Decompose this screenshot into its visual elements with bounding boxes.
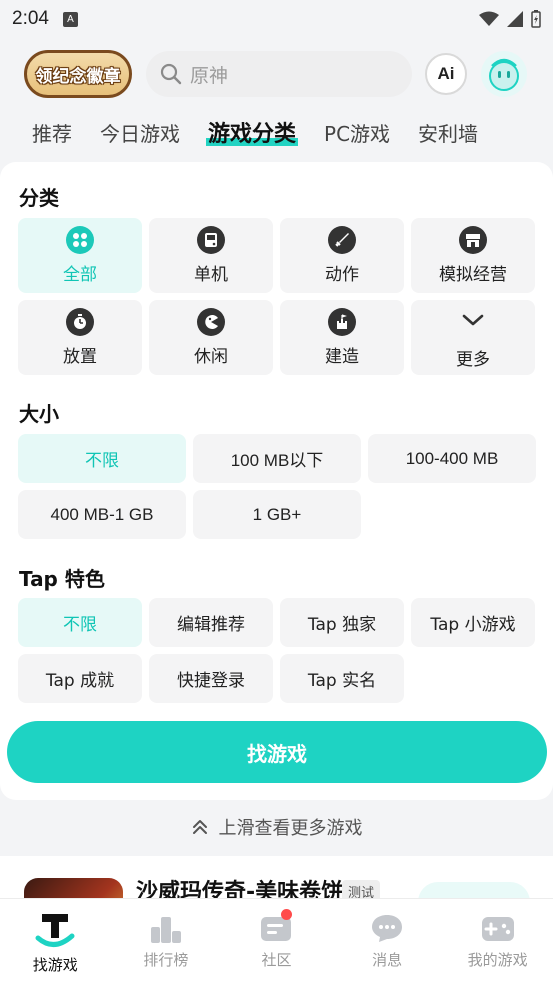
tab-recommend-wall[interactable]: 安利墙 xyxy=(418,118,478,147)
search-placeholder: 原神 xyxy=(190,64,229,87)
nav-community[interactable]: 社区 xyxy=(221,899,332,984)
category-all[interactable]: 全部 xyxy=(18,218,142,293)
category-casual[interactable]: 休闲 xyxy=(149,300,273,375)
search-icon xyxy=(160,63,182,85)
nav-label: 排行榜 xyxy=(143,951,189,969)
size-400mb-1gb[interactable]: 400 MB-1 GB xyxy=(18,490,186,539)
search-input[interactable]: 原神 xyxy=(146,51,412,97)
tap-quick-login[interactable]: 快捷登录 xyxy=(149,654,273,703)
category-label: 模拟经营 xyxy=(439,265,507,285)
battery-icon xyxy=(531,10,541,28)
category-action[interactable]: 动作 xyxy=(280,218,404,293)
double-chevron-up-icon xyxy=(192,820,207,834)
tap-exclusive[interactable]: Tap 独家 xyxy=(280,598,404,647)
category-grid: 全部 单机 动作 模拟经营 放置 休闲 建造 更多 xyxy=(18,218,535,375)
tap-feature-grid: 不限 编辑推荐 Tap 独家 Tap 小游戏 Tap 成就 快捷登录 Tap 实… xyxy=(18,598,535,703)
size-grid: 不限 100 MB以下 100-400 MB 400 MB-1 GB 1 GB+ xyxy=(18,434,536,539)
pacman-icon xyxy=(197,308,225,336)
swipe-hint-text: 上滑查看更多游戏 xyxy=(218,818,363,839)
nav-label: 消息 xyxy=(372,951,403,969)
tab-pc-games[interactable]: PC游戏 xyxy=(324,118,390,147)
size-100-400mb[interactable]: 100-400 MB xyxy=(368,434,536,483)
timer-icon xyxy=(66,308,94,336)
tap-unlimited[interactable]: 不限 xyxy=(18,598,142,647)
category-single-player[interactable]: 单机 xyxy=(149,218,273,293)
category-label: 全部 xyxy=(63,265,97,285)
tap-section-title: Tap 特色 xyxy=(19,567,105,591)
find-games-button[interactable]: 找游戏 xyxy=(7,721,547,783)
status-icons xyxy=(479,10,541,28)
size-under-100mb[interactable]: 100 MB以下 xyxy=(193,434,361,483)
nav-label: 我的游戏 xyxy=(467,951,528,969)
taptap-logo-icon xyxy=(35,914,75,947)
category-label: 动作 xyxy=(325,265,359,285)
nav-find-games[interactable]: 找游戏 xyxy=(0,899,111,984)
status-time: 2:04 xyxy=(12,8,49,29)
robot-avatar-icon xyxy=(489,58,519,91)
top-bar: 领纪念徽章 原神 Ai xyxy=(0,44,553,104)
grid-icon xyxy=(66,226,94,254)
category-idle[interactable]: 放置 xyxy=(18,300,142,375)
sword-icon xyxy=(328,226,356,254)
size-unlimited[interactable]: 不限 xyxy=(18,434,186,483)
wifi-icon xyxy=(479,11,499,26)
ai-button[interactable]: Ai xyxy=(425,53,467,95)
tab-bar: 推荐 今日游戏 游戏分类 PC游戏 安利墙 xyxy=(0,112,553,152)
castle-icon xyxy=(328,308,356,336)
category-label: 放置 xyxy=(63,347,97,367)
category-label: 休闲 xyxy=(194,347,228,367)
status-bar: 2:04 A xyxy=(0,0,553,38)
chevron-down-icon xyxy=(459,306,487,339)
category-building[interactable]: 建造 xyxy=(280,300,404,375)
commemorative-badge-button[interactable]: 领纪念徽章 xyxy=(24,50,132,98)
nav-label: 找游戏 xyxy=(32,956,78,974)
tab-recommend[interactable]: 推荐 xyxy=(32,118,72,147)
category-section-title: 分类 xyxy=(19,186,59,210)
tap-real-name[interactable]: Tap 实名 xyxy=(280,654,404,703)
nav-my-games[interactable]: 我的游戏 xyxy=(442,899,553,984)
category-simulation[interactable]: 模拟经营 xyxy=(411,218,535,293)
tap-mini-games[interactable]: Tap 小游戏 xyxy=(411,598,535,647)
category-label: 建造 xyxy=(325,347,359,367)
tap-editor-picks[interactable]: 编辑推荐 xyxy=(149,598,273,647)
shop-icon xyxy=(459,226,487,254)
category-more[interactable]: 更多 xyxy=(411,300,535,375)
size-over-1gb[interactable]: 1 GB+ xyxy=(193,490,361,539)
gameboy-icon xyxy=(197,226,225,254)
avatar[interactable] xyxy=(481,51,527,97)
podium-icon xyxy=(150,917,181,943)
signal-icon xyxy=(507,11,523,27)
nav-rankings[interactable]: 排行榜 xyxy=(111,899,222,984)
notification-icon: A xyxy=(62,11,78,27)
nav-label: 社区 xyxy=(261,951,292,969)
filter-panel: 分类 全部 单机 动作 模拟经营 放置 休闲 建造 更多 大小 不限 100 M… xyxy=(0,162,553,800)
chat-bubble-icon xyxy=(372,915,403,942)
tab-today[interactable]: 今日游戏 xyxy=(100,118,180,147)
category-label: 更多 xyxy=(456,349,490,370)
nav-messages[interactable]: 消息 xyxy=(332,899,443,984)
gamepad-icon xyxy=(481,917,514,941)
tab-game-categories[interactable]: 游戏分类 xyxy=(205,116,299,148)
size-section-title: 大小 xyxy=(19,402,59,426)
category-label: 单机 xyxy=(194,265,228,285)
tap-achievements[interactable]: Tap 成就 xyxy=(18,654,142,703)
bottom-nav: 找游戏 排行榜 社区 消息 我的游戏 xyxy=(0,898,553,984)
swipe-hint: 上滑查看更多游戏 xyxy=(0,814,553,840)
